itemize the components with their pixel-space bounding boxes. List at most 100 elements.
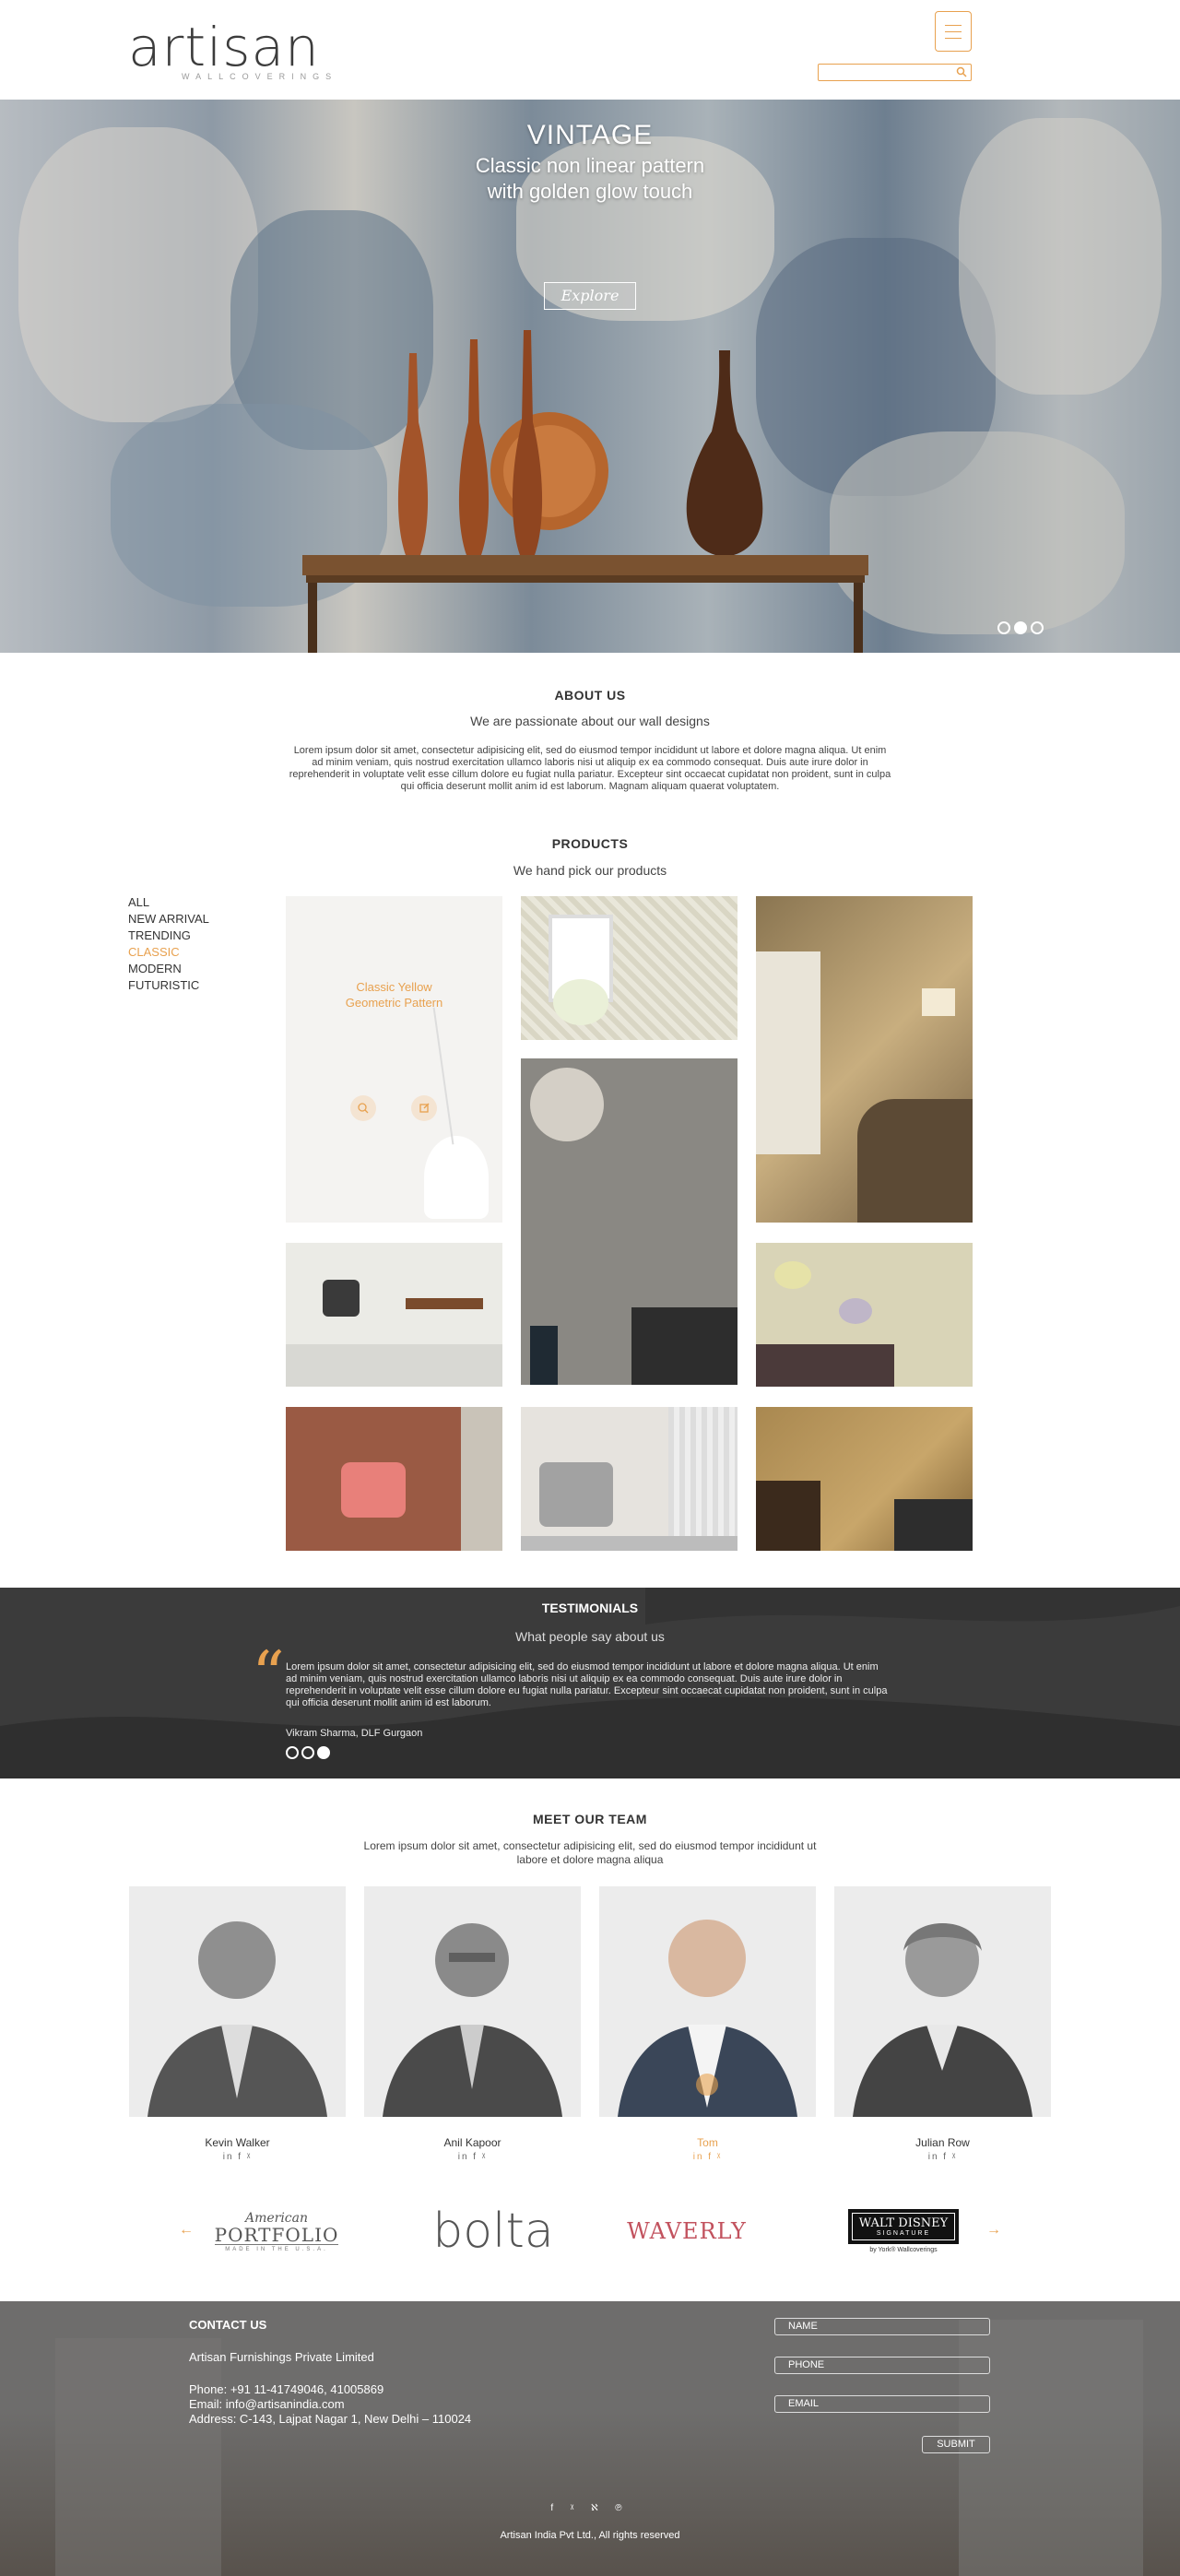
product-tile-floral[interactable] (756, 1243, 973, 1387)
hero-subtitle: Classic non linear pattern with golden g… (0, 153, 1180, 205)
filter-trending[interactable]: TRENDING (128, 928, 209, 944)
slider-dot-active[interactable] (1014, 621, 1027, 634)
menu-icon (945, 31, 962, 32)
filter-classic[interactable]: CLASSIC (128, 944, 209, 961)
brand-text: SIGNATURE (876, 2230, 931, 2237)
brand-bolta[interactable]: bolta (424, 2204, 562, 2259)
site-header: artisan WALLCOVERINGS (0, 0, 1180, 100)
site-footer: CONTACT US Artisan Furnishings Private L… (0, 2301, 1180, 2576)
product-tile-grey-texture[interactable] (521, 1058, 738, 1385)
filter-new-arrival[interactable]: NEW ARRIVAL (128, 911, 209, 928)
product-tile-pattern-frame[interactable] (521, 896, 738, 1040)
menu-icon (945, 25, 962, 26)
team-member-social-icons[interactable]: in f ᵡ (364, 2152, 581, 2162)
name-field[interactable]: NAME (774, 2318, 990, 2335)
team-member-card-highlighted[interactable]: Tom in f ᵡ (599, 1886, 816, 2162)
footer-social-icons[interactable]: f ᵡ ℵ ℗ (0, 2503, 1180, 2513)
brand-walt-disney-signature[interactable]: WALT DISNEY SIGNATURE by York® Wallcover… (839, 2204, 968, 2259)
team-member-social-icons[interactable]: in f ᵡ (129, 2152, 346, 2162)
avatar (599, 1886, 816, 2117)
contact-details: Phone: +91 11-41749046, 41005869 Email: … (189, 2382, 471, 2427)
contact-title: CONTACT US (189, 2318, 267, 2332)
filter-futuristic[interactable]: FUTURISTIC (128, 977, 209, 994)
copyright-text: Artisan India Pvt Ltd., All rights reser… (500, 2530, 680, 2541)
brand-text: MADE IN THE U.S.A. (225, 2246, 328, 2252)
quote-icon: “ (252, 1637, 285, 1713)
testimonial-quote: Lorem ipsum dolor sit amet, consectetur … (286, 1661, 888, 1708)
product-tile-golden[interactable] (756, 1407, 973, 1551)
product-tile-featured[interactable]: Classic Yellow Geometric Pattern (286, 896, 502, 1223)
slider-dot-active[interactable] (317, 1746, 330, 1759)
hero-subtitle-line: with golden glow touch (487, 180, 693, 203)
team-member-name: Julian Row (915, 2136, 970, 2149)
filter-all[interactable]: ALL (128, 894, 209, 911)
brand-waverly[interactable]: WAVERLY (627, 2204, 747, 2259)
avatar (364, 1886, 581, 2117)
brand-text: PORTFOLIO (214, 2223, 339, 2246)
avatar (834, 1886, 1051, 2117)
product-tile-armchair[interactable] (521, 1407, 738, 1551)
link-icon[interactable] (411, 1095, 437, 1121)
contact-address: Address: C-143, Lajpat Nagar 1, New Delh… (189, 2412, 472, 2426)
team-member-card[interactable]: Kevin Walker in f ᵡ (129, 1886, 346, 2162)
logo-text: artisan (128, 16, 320, 78)
contact-phone: Phone: +91 11-41749046, 41005869 (189, 2382, 384, 2396)
team-member-name: Kevin Walker (205, 2136, 270, 2149)
hero-vases-illustration (302, 330, 868, 653)
testimonial-slider-dots (286, 1746, 330, 1759)
phone-field[interactable]: PHONE (774, 2357, 990, 2374)
product-tile-chairs[interactable] (286, 1243, 502, 1387)
brands-next-arrow[interactable]: → (986, 2222, 1001, 2239)
testimonials-section: TESTIMONIALS What people say about us “ … (0, 1588, 1180, 1778)
hamburger-menu-button[interactable] (935, 11, 972, 52)
product-caption: Classic Yellow Geometric Pattern (286, 979, 502, 1010)
about-subtitle: We are passionate about our wall designs (470, 714, 710, 728)
testimonials-title: TESTIMONIALS (541, 1601, 639, 1615)
filter-modern[interactable]: MODERN (128, 961, 209, 977)
team-member-card[interactable]: Julian Row in f ᵡ (834, 1886, 1051, 2162)
product-filter-list: ALL NEW ARRIVAL TRENDING CLASSIC MODERN … (128, 894, 209, 994)
team-member-card[interactable]: Anil Kapoor in f ᵡ (364, 1886, 581, 2162)
hero-banner: VINTAGE Classic non linear pattern with … (0, 100, 1180, 653)
team-member-social-icons[interactable]: in f ᵡ (599, 2152, 816, 2162)
brand-text: WALT DISNEY (858, 2216, 949, 2230)
artisan-logo[interactable]: artisan WALLCOVERINGS (128, 20, 337, 81)
slider-dot[interactable] (1031, 621, 1044, 634)
submit-button[interactable]: SUBMIT (922, 2436, 990, 2453)
team-member-social-icons[interactable]: in f ᵡ (834, 2152, 1051, 2162)
contact-email[interactable]: Email: info@artisanindia.com (189, 2397, 471, 2412)
search-input[interactable] (818, 64, 972, 81)
explore-button[interactable]: Explore (544, 282, 636, 310)
testimonial-author: Vikram Sharma, DLF Gurgaon (286, 1728, 423, 1739)
team-member-name: Tom (697, 2136, 718, 2149)
zoom-icon[interactable] (350, 1095, 376, 1121)
product-tile-damask-room[interactable] (756, 896, 973, 1223)
brand-text: by York® Wallcoverings (869, 2247, 938, 2253)
avatar (129, 1886, 346, 2117)
testimonials-subtitle: What people say about us (515, 1629, 665, 1644)
about-body: Lorem ipsum dolor sit amet, consectetur … (289, 745, 891, 792)
slider-dot[interactable] (997, 621, 1010, 634)
menu-icon (945, 38, 962, 39)
hero-title: VINTAGE (526, 120, 654, 150)
hero-slider-dots (997, 621, 1044, 634)
team-member-name: Anil Kapoor (443, 2136, 502, 2149)
team-subtitle-line: Lorem ipsum dolor sit amet, consectetur … (363, 1839, 817, 1852)
product-caption-line: Geometric Pattern (345, 996, 443, 1010)
brand-american-portfolio[interactable]: American PORTFOLIO MADE IN THE U.S.A. (212, 2204, 341, 2259)
about-title: ABOUT US (554, 688, 626, 703)
slider-dot[interactable] (301, 1746, 314, 1759)
products-subtitle: We hand pick our products (513, 863, 667, 878)
disney-logo-box: WALT DISNEY SIGNATURE (847, 2209, 960, 2244)
slider-dot[interactable] (286, 1746, 299, 1759)
logo-subtext: WALLCOVERINGS (182, 72, 338, 81)
product-tile-coral-chair[interactable] (286, 1407, 502, 1551)
team-subtitle-line: labore et dolore magna aliqua (516, 1853, 664, 1866)
email-field[interactable]: EMAIL (774, 2395, 990, 2413)
hero-subtitle-line: Classic non linear pattern (475, 154, 705, 177)
brands-prev-arrow[interactable]: ← (179, 2222, 194, 2239)
product-caption-line: Classic Yellow (356, 980, 432, 994)
contact-company: Artisan Furnishings Private Limited (189, 2350, 374, 2364)
search-icon[interactable] (956, 66, 967, 77)
products-title: PRODUCTS (551, 836, 629, 851)
